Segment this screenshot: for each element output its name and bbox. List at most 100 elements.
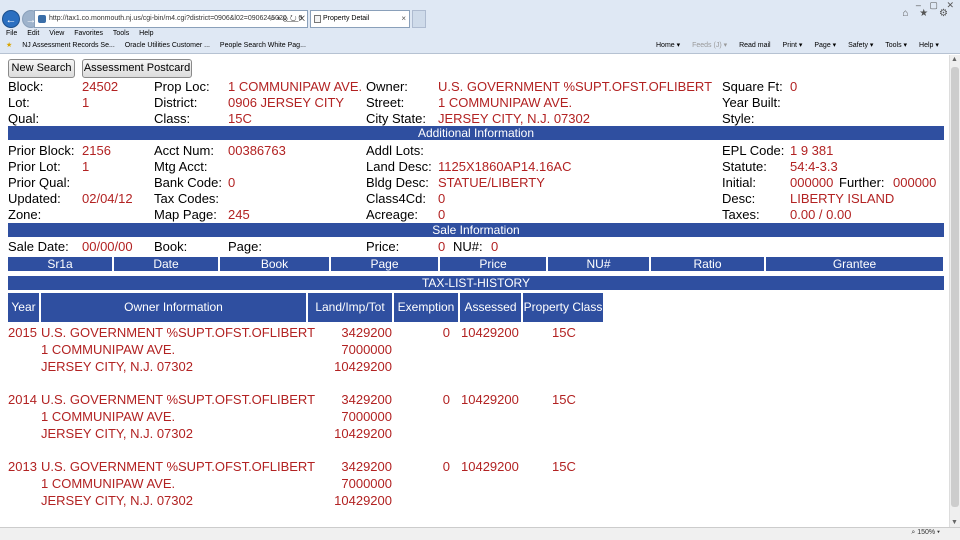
tax-row-assessed: 10429200 — [461, 392, 519, 407]
feeds-command[interactable]: Feeds (J) ▾ — [692, 42, 727, 49]
district-label: District: — [154, 95, 198, 110]
tax-row-class: 15C — [552, 459, 576, 474]
favorite-oracle-utilities[interactable]: Oracle Utilities Customer ... — [125, 42, 210, 49]
bldg-desc-value: STATUE/LIBERTY — [438, 175, 545, 190]
tax-row-tot: 10429200 — [334, 426, 392, 441]
address-bar[interactable]: http://tax1.co.monmouth.nj.us/cgi-bin/m4… — [34, 10, 308, 28]
class4cd-label: Class4Cd: — [366, 191, 426, 206]
tax-codes-label: Tax Codes: — [154, 191, 220, 206]
tax-row-year: 2013 — [8, 459, 37, 474]
tax-row-tot: 10429200 — [334, 359, 392, 374]
statute-value: 54:4-3.3 — [790, 159, 838, 174]
class-value: 15C — [228, 111, 252, 126]
district-value: 0906 JERSEY CITY — [228, 95, 345, 110]
tab-property-detail[interactable]: Property Detail × — [310, 10, 410, 28]
tax-row-owner: U.S. GOVERNMENT %SUPT.OFST.OFLIBERT — [41, 325, 316, 340]
tax-row-city: JERSEY CITY, N.J. 07302 — [41, 426, 193, 441]
desc-label: Desc: — [722, 191, 756, 206]
page-command[interactable]: Page ▾ — [814, 42, 836, 49]
new-tab-button[interactable] — [412, 10, 426, 28]
tax-row-land: 3429200 — [341, 325, 392, 340]
menu-bar: File Edit View Favorites Tools Help — [6, 30, 162, 37]
mtg-acct-label: Mtg Acct: — [154, 159, 208, 174]
command-bar: Home ▾ Feeds (J) ▾ Read mail Print ▾ Pag… — [656, 41, 949, 49]
sale-information-header: Sale Information — [8, 223, 944, 237]
vertical-scrollbar[interactable]: ▲ ▼ — [949, 55, 960, 527]
price-value: 0 — [438, 239, 446, 254]
block-value: 24502 — [82, 79, 119, 94]
tax-row-imp: 7000000 — [341, 476, 392, 491]
tools-command[interactable]: Tools ▾ — [885, 42, 907, 49]
browser-chrome: ← → http://tax1.co.monmouth.nj.us/cgi-bi… — [0, 0, 960, 54]
class4cd-value: 0 — [438, 191, 446, 206]
home-favorites-tools-icons[interactable]: ⌂ ★ ⚙ — [902, 8, 952, 19]
further-value: 000000 — [893, 175, 937, 190]
home-command[interactable]: Home ▾ — [656, 42, 680, 49]
acct-num-label: Acct Num: — [154, 143, 214, 158]
zoom-level[interactable]: ⌕ 150% ▾ — [911, 529, 940, 537]
sale-col-date: Date — [114, 257, 218, 271]
prior-lot-value: 1 — [82, 159, 90, 174]
scroll-up-icon[interactable]: ▲ — [951, 56, 958, 63]
tab-title: Property Detail — [323, 15, 370, 22]
taxes-value: 0.00 / 0.00 — [790, 207, 852, 222]
tax-row-tot: 10429200 — [334, 493, 392, 508]
desc-value: LIBERTY ISLAND — [790, 191, 895, 206]
favorite-people-search[interactable]: People Search White Pag... — [220, 42, 306, 49]
prior-lot-label: Prior Lot: — [8, 159, 61, 174]
city-state-label: City State: — [366, 111, 426, 126]
addl-lots-label: Addl Lots: — [366, 143, 424, 158]
qual-label: Qual: — [8, 111, 40, 126]
favorites-star-icon[interactable]: ★ — [6, 42, 12, 49]
style-label: Style: — [722, 111, 755, 126]
zone-label: Zone: — [8, 207, 42, 222]
tax-row-class: 15C — [552, 325, 576, 340]
updated-value: 02/04/12 — [82, 191, 133, 206]
square-ft-label: Square Ft: — [722, 79, 783, 94]
address-tools-icons[interactable]: ⌕ ▾ ⊗ ↻ ✕ — [270, 11, 305, 27]
street-label: Street: — [366, 95, 405, 110]
sale-col-book: Book — [220, 257, 329, 271]
taxes-label: Taxes: — [722, 207, 760, 222]
tab-close-icon[interactable]: × — [401, 11, 406, 27]
bank-code-value: 0 — [228, 175, 236, 190]
url-text: http://tax1.co.monmouth.nj.us/cgi-bin/m4… — [49, 15, 303, 22]
scrollbar-thumb[interactable] — [951, 67, 959, 507]
menu-edit[interactable]: Edit — [27, 30, 39, 37]
sale-date-value: 00/00/00 — [82, 239, 133, 254]
zoom-value: 150% — [917, 529, 936, 536]
prior-block-value: 2156 — [82, 143, 111, 158]
menu-file[interactable]: File — [6, 30, 17, 37]
page-icon — [38, 15, 46, 23]
menu-view[interactable]: View — [49, 30, 64, 37]
year-built-label: Year Built: — [722, 95, 781, 110]
tax-row-land: 3429200 — [341, 392, 392, 407]
tax-row-assessed: 10429200 — [461, 325, 519, 340]
help-command[interactable]: Help ▾ — [919, 42, 939, 49]
favorite-nj-assessment[interactable]: NJ Assessment Records Se... — [22, 42, 115, 49]
tax-col-assessed: Assessed — [460, 293, 521, 322]
scroll-down-icon[interactable]: ▼ — [951, 519, 958, 526]
block-label: Block: — [8, 79, 44, 94]
city-state-value: JERSEY CITY, N.J. 07302 — [438, 111, 590, 126]
tax-col-land-imp-tot: Land/Imp/Tot — [308, 293, 392, 322]
tax-col-property-class: Property Class — [523, 293, 603, 322]
tax-row-imp: 7000000 — [341, 342, 392, 357]
owner-label: Owner: — [366, 79, 408, 94]
menu-help[interactable]: Help — [139, 30, 153, 37]
prop-loc-label: Prop Loc: — [154, 79, 210, 94]
safety-command[interactable]: Safety ▾ — [848, 42, 873, 49]
menu-favorites[interactable]: Favorites — [74, 30, 103, 37]
acreage-label: Acreage: — [366, 207, 419, 222]
book-label: Book: — [154, 239, 188, 254]
address-row: ← → http://tax1.co.monmouth.nj.us/cgi-bi… — [0, 8, 960, 30]
read-mail-command[interactable]: Read mail — [739, 42, 771, 49]
sale-col-grantee: Grantee — [766, 257, 943, 271]
back-button[interactable]: ← — [2, 10, 20, 28]
prior-block-label: Prior Block: — [8, 143, 75, 158]
menu-tools[interactable]: Tools — [113, 30, 129, 37]
new-search-button[interactable]: New Search — [8, 59, 75, 78]
print-command[interactable]: Print ▾ — [783, 42, 803, 49]
tax-row-class: 15C — [552, 392, 576, 407]
assessment-postcard-button[interactable]: Assessment Postcard — [82, 59, 192, 78]
